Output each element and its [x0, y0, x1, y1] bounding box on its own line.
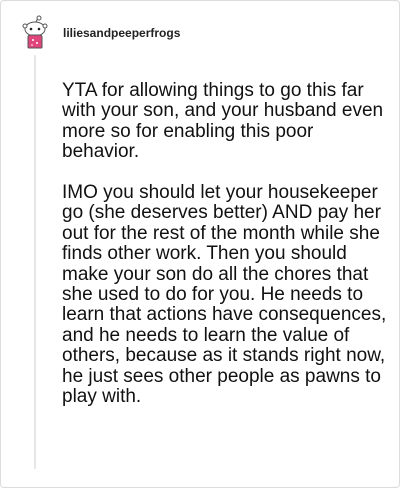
comment-author-username[interactable]: liliesandpeeperfrogs	[63, 26, 180, 40]
comment-thread-line[interactable]	[34, 55, 36, 469]
comment-paragraph-1: YTA for allowing things to go this far w…	[62, 80, 384, 163]
snoo-avatar-icon[interactable]	[21, 15, 49, 49]
comment-body: YTA for allowing things to go this far w…	[62, 80, 392, 408]
comment-card: liliesandpeeperfrogs YTA for allowing th…	[0, 0, 400, 488]
comment-paragraph-2: IMO you should let your housekeeper go (…	[62, 182, 387, 408]
